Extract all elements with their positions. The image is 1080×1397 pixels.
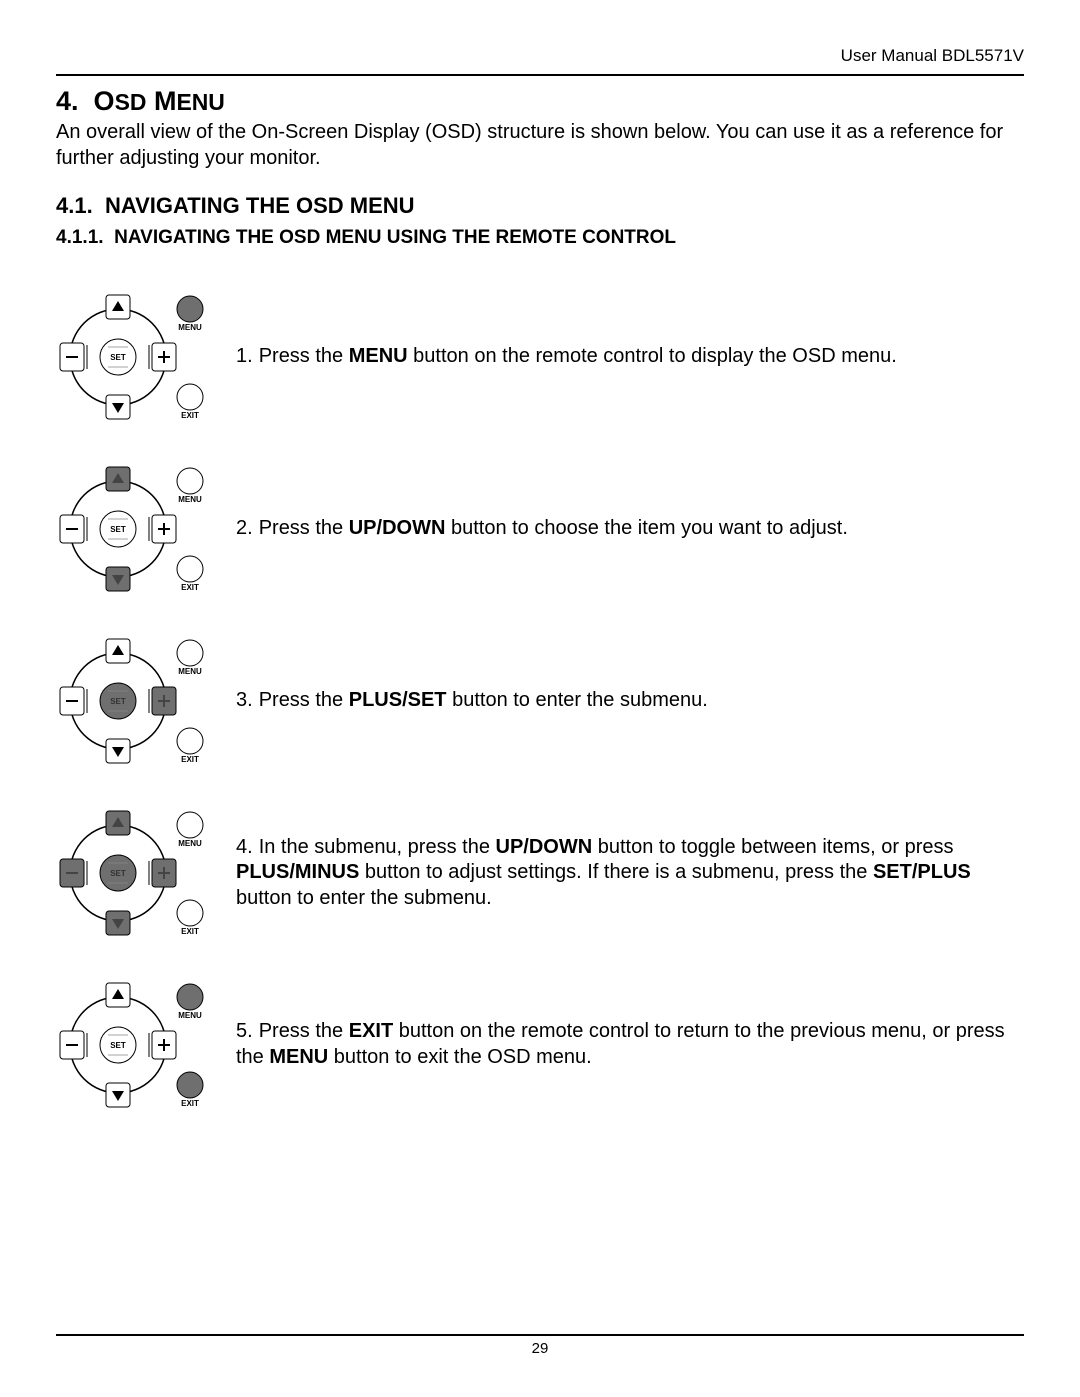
svg-text:EXIT: EXIT	[181, 411, 199, 420]
page: User Manual BDL5571V 4. OSD MENU An over…	[0, 0, 1080, 1397]
step-row: SET MENU EXIT 2.Press the UP/DOWN button…	[56, 449, 1024, 609]
step-text: 3.Press the PLUS/SET button to enter the…	[216, 688, 1024, 714]
remote-control-icon: SET MENU EXIT	[56, 965, 216, 1125]
remote-control-icon: SET MENU EXIT	[56, 277, 216, 437]
svg-text:EXIT: EXIT	[181, 927, 199, 936]
svg-text:MENU: MENU	[178, 323, 202, 332]
remote-control-icon: SET MENU EXIT	[56, 621, 216, 781]
svg-text:SET: SET	[110, 697, 126, 706]
step-text: 2.Press the UP/DOWN button to choose the…	[216, 516, 1024, 542]
svg-text:EXIT: EXIT	[181, 1099, 199, 1108]
svg-text:MENU: MENU	[178, 495, 202, 504]
steps-list: SET MENU EXIT 1.Press the MENU button on…	[56, 277, 1024, 1125]
svg-text:SET: SET	[110, 353, 126, 362]
subsubsection-title: 4.1.1. NAVIGATING THE OSD MENU USING THE…	[56, 227, 1024, 249]
step-text: 1.Press the MENU button on the remote co…	[216, 344, 1024, 370]
page-footer: 29	[56, 1334, 1024, 1357]
section-intro: An overall view of the On-Screen Display…	[56, 119, 1024, 171]
step-row: SET MENU EXIT 1.Press the MENU button on…	[56, 277, 1024, 437]
step-row: SET MENU EXIT 3.Press the PLUS/SET butto…	[56, 621, 1024, 781]
step-text: 5.Press the EXIT button on the remote co…	[216, 1019, 1024, 1070]
svg-text:SET: SET	[110, 1041, 126, 1050]
svg-text:MENU: MENU	[178, 839, 202, 848]
step-text: 4.In the submenu, press the UP/DOWN butt…	[216, 835, 1024, 912]
header-rule	[56, 74, 1024, 76]
step-row: SET MENU EXIT 4.In the submenu, press th…	[56, 793, 1024, 953]
svg-text:EXIT: EXIT	[181, 755, 199, 764]
svg-text:MENU: MENU	[178, 667, 202, 676]
section-title: 4. OSD MENU	[56, 86, 1024, 117]
svg-text:EXIT: EXIT	[181, 583, 199, 592]
svg-text:SET: SET	[110, 525, 126, 534]
remote-control-icon: SET MENU EXIT	[56, 793, 216, 953]
remote-control-icon: SET MENU EXIT	[56, 449, 216, 609]
header-model: User Manual BDL5571V	[56, 46, 1024, 74]
svg-text:SET: SET	[110, 869, 126, 878]
subsection-title: 4.1. NAVIGATING THE OSD MENU	[56, 193, 1024, 219]
svg-text:MENU: MENU	[178, 1011, 202, 1020]
step-row: SET MENU EXIT 5.Press the EXIT button on…	[56, 965, 1024, 1125]
page-number: 29	[532, 1340, 549, 1357]
